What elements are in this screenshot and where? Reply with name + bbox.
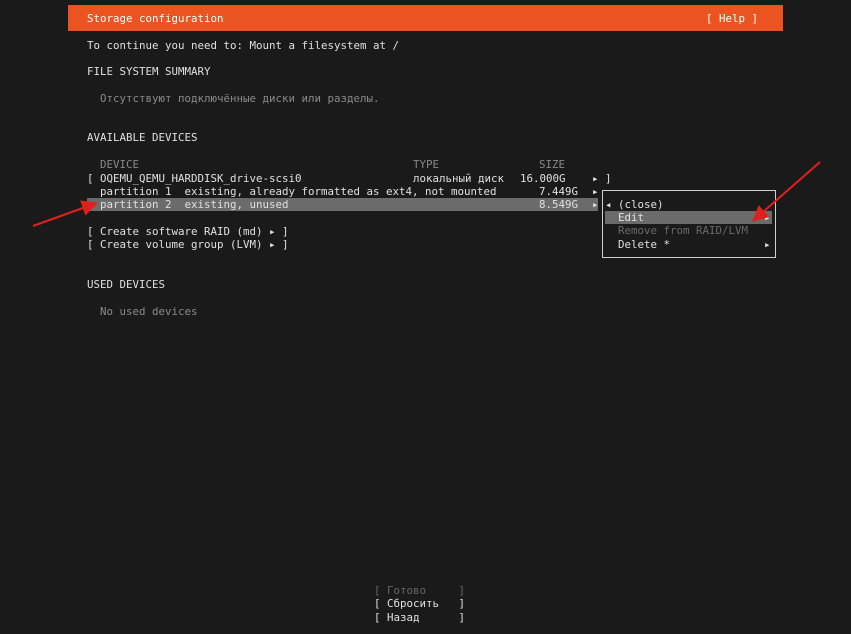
annotation-arrows — [32, 161, 821, 227]
arrow-annotation — [751, 161, 821, 222]
arrow-annotation — [32, 200, 98, 227]
